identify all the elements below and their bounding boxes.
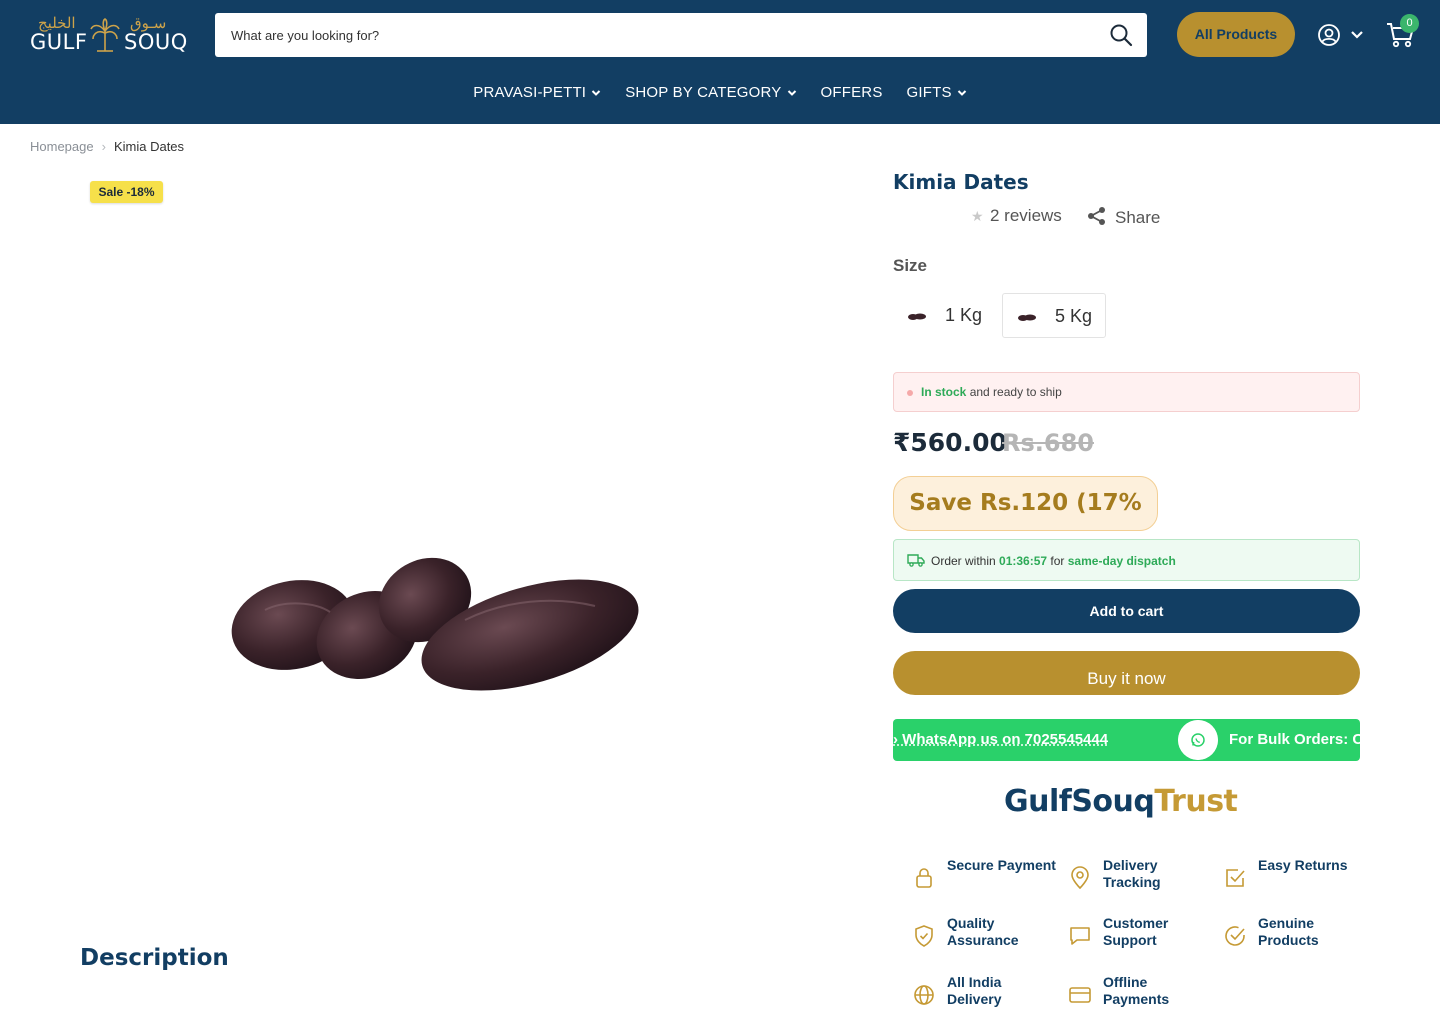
search-bar (215, 13, 1147, 57)
product-image-dates[interactable] (225, 540, 645, 700)
chevron-down-icon (591, 90, 601, 96)
share-icon (1088, 207, 1105, 225)
reviews-count: 2 reviews (990, 206, 1062, 225)
globe-icon (914, 985, 934, 1005)
trust-item-easy-returns: Easy Returns (1204, 857, 1354, 897)
cart-count-badge: 0 (1400, 14, 1419, 33)
dispatch-prefix: Order within (931, 554, 1000, 568)
search-input[interactable] (231, 13, 1091, 57)
nav-item-offers[interactable]: OFFERS (821, 84, 883, 101)
trust-item-label: Delivery Tracking (1103, 857, 1161, 890)
breadcrumb-current: Kimia Dates (113, 139, 185, 154)
size-option-label: 5 Kg (1055, 306, 1093, 326)
add-to-cart-button[interactable]: Add to cart (893, 589, 1360, 633)
credit-card-icon (1069, 987, 1091, 1003)
trust-item-label: Customer Support (1103, 915, 1169, 948)
ready-to-ship-label: and ready to ship (966, 385, 1062, 399)
dispatch-text: Order within 01:36:57 for same-day dispa… (931, 554, 1176, 568)
buy-now-button[interactable]: Buy it now (893, 651, 1360, 695)
in-stock-label: In stock (921, 385, 967, 399)
gulfsouq-trust-logo: GulfSouqTrust (1004, 784, 1238, 819)
size-label: Size (893, 256, 928, 275)
dispatch-countdown: 01:36:57 (999, 554, 1048, 568)
trust-item-label: Offline Payments (1103, 974, 1170, 1007)
lock-icon (916, 868, 932, 888)
size-thumbnail-dates (1018, 314, 1036, 321)
trust-item-label: Quality Assurance (947, 915, 1019, 948)
share-button[interactable]: Share (1087, 206, 1160, 228)
dispatch-timer: Order within 01:36:57 for same-day dispa… (893, 539, 1360, 581)
check-circle-icon (1225, 926, 1245, 946)
chevron-down-icon (787, 90, 796, 96)
chevron-down-icon (1351, 31, 1363, 39)
shield-check-icon (915, 925, 933, 947)
savings-badge: Save Rs.120 (17% off) (893, 476, 1158, 569)
map-pin-icon (1071, 866, 1089, 890)
trust-item-secure-payment: Secure Payment (893, 857, 1056, 897)
all-products-button[interactable]: All Products (1177, 12, 1295, 57)
compare-at-price: Rs.680 (1002, 429, 1094, 457)
whatsapp-icon (1178, 720, 1218, 760)
breadcrumb: Homepage › Kimia Dates (30, 139, 184, 154)
site-header: الخليج سـوق GULF SOUQ All Products (0, 0, 1440, 124)
whatsapp-marquee-banner[interactable]: › WhatsApp us on 7025545444 For Bulk Ord… (893, 719, 1360, 761)
chevron-right-icon: › (101, 139, 106, 154)
nav-item-pravasi-petti[interactable]: PRAVASI-PETTI (473, 84, 601, 101)
nav-item-label: OFFERS (820, 84, 883, 101)
size-thumbnail-dates (908, 313, 926, 320)
trust-item-genuine-products: Genuine Products (1204, 915, 1354, 955)
user-account-icon (1318, 24, 1340, 46)
trust-item-delivery-tracking: Delivery Tracking (1049, 857, 1199, 897)
palm-emblem-icon (90, 18, 120, 52)
check-square-icon (1226, 869, 1245, 887)
trust-item-all-india-delivery: All India Delivery (893, 974, 1043, 1014)
nav-item-label: GIFTS (906, 84, 952, 101)
size-option-1kg[interactable]: 1 Kg (893, 293, 993, 338)
size-option-5kg[interactable]: 5 Kg (1002, 293, 1106, 338)
size-option-label: 1 Kg (945, 305, 983, 325)
main-navigation: PRAVASI-PETTI SHOP BY CATEGORY OFFERS GI… (0, 84, 1440, 110)
delivery-truck-icon (907, 554, 925, 567)
trust-logo-part-a: GulfSouq (1004, 784, 1155, 819)
product-title: Kimia Dates (893, 170, 1029, 194)
gulf-souq-logo[interactable]: الخليج سـوق GULF SOUQ (30, 14, 190, 56)
nav-item-shop-by-category[interactable]: SHOP BY CATEGORY (625, 84, 796, 101)
stock-dot-icon (907, 390, 913, 396)
chat-bubble-icon (1070, 927, 1090, 945)
sale-price: ₹560.00 (893, 428, 1007, 457)
trust-item-label: Genuine Products (1258, 915, 1319, 948)
nav-item-label: SHOP BY CATEGORY (625, 84, 782, 101)
dispatch-middle: for (1047, 554, 1068, 568)
logo-text-left: GULF (30, 30, 88, 54)
breadcrumb-home-link[interactable]: Homepage (30, 139, 94, 154)
star-icon: ★ (971, 208, 984, 224)
description-heading: Description (80, 945, 229, 971)
nav-item-label: PRAVASI-PETTI (473, 84, 587, 101)
stock-status: In stock and ready to ship (893, 372, 1360, 412)
trust-item-label: All India Delivery (947, 974, 1002, 1007)
trust-item-label: Secure Payment (947, 857, 1056, 873)
share-label: Share (1115, 208, 1161, 227)
logo-text-right: SOUQ (124, 30, 188, 54)
whatsapp-text: › WhatsApp us on 7025545444 (893, 731, 1109, 748)
trust-item-customer-support: Customer Support (1049, 915, 1199, 955)
trust-item-label: Easy Returns (1258, 857, 1348, 873)
trust-item-quality-assurance: Quality Assurance (893, 915, 1043, 955)
stock-text: In stock and ready to ship (921, 385, 1062, 399)
account-menu[interactable] (1317, 22, 1367, 48)
trust-item-offline-payments: Offline Payments (1049, 974, 1199, 1014)
nav-item-gifts[interactable]: GIFTS (907, 84, 967, 101)
chevron-down-icon (957, 90, 966, 96)
search-icon[interactable] (1109, 23, 1133, 47)
dispatch-highlight: same-day dispatch (1067, 554, 1176, 568)
trust-logo-part-b: Trust (1154, 784, 1238, 819)
sale-badge: Sale -18% (90, 181, 163, 203)
bulk-orders-text: For Bulk Orders: C (1229, 731, 1360, 748)
